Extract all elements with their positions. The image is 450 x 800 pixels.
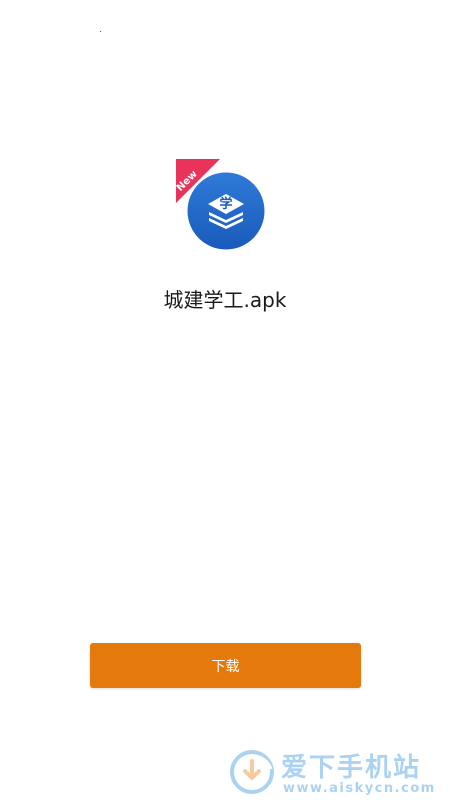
status-dot bbox=[100, 31, 101, 32]
watermark-title: 爱下手机站 bbox=[281, 753, 422, 783]
watermark-url: www.aiskycn.com bbox=[283, 781, 436, 796]
download-button[interactable]: 下载 bbox=[90, 643, 361, 688]
download-button-label: 下载 bbox=[211, 658, 240, 675]
download-page: 学 New 城建学工.apk 下载 爱下手机站 www.aiskycn.com bbox=[0, 0, 450, 800]
app-icon: 学 New bbox=[176, 159, 268, 251]
watermark: 爱下手机站 www.aiskycn.com bbox=[229, 745, 450, 800]
file-name: 城建学工.apk bbox=[163, 288, 287, 312]
icon-glyph: 学 bbox=[219, 196, 232, 212]
watermark-logo-icon bbox=[229, 749, 275, 795]
